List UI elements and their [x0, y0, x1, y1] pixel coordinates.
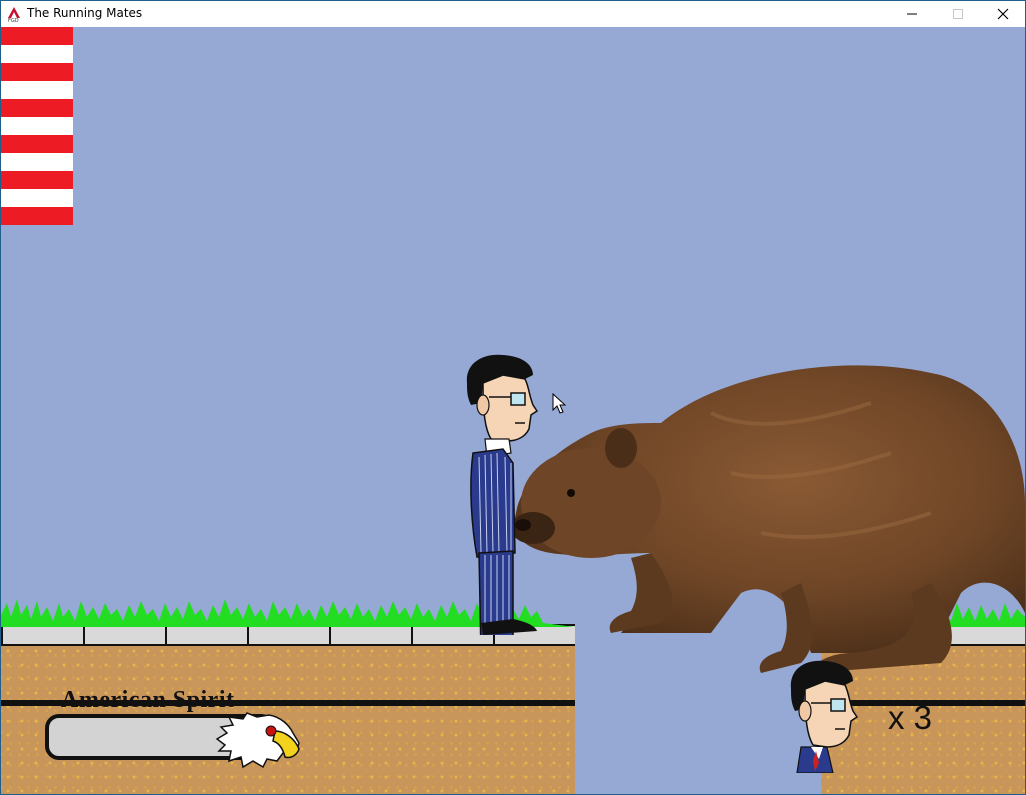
window-title: The Running Mates — [27, 6, 143, 20]
eagle-head-icon — [215, 712, 300, 769]
lives-count: x 3 — [888, 699, 933, 736]
game-viewport[interactable]: American Spirit x 3 — [1, 27, 1025, 794]
close-icon — [997, 8, 1009, 20]
maximize-button[interactable] — [935, 1, 981, 27]
spirit-label: American Spirit — [61, 687, 235, 713]
title-bar: FGD The Running Mates — [1, 1, 1025, 27]
flag-stripes — [1, 27, 73, 225]
player-character — [466, 354, 539, 635]
lives-head-icon — [790, 660, 859, 773]
app-icon: FGD — [8, 7, 20, 22]
close-button[interactable] — [980, 1, 1025, 27]
bear-enemy — [511, 365, 1025, 673]
minimize-icon — [907, 13, 917, 15]
game-window: FGD The Running Mates American Spirit x … — [0, 0, 1026, 795]
maximize-icon — [953, 9, 963, 19]
svg-text:FGD: FGD — [8, 18, 19, 22]
mouse-cursor-icon — [552, 393, 566, 414]
minimize-button[interactable] — [889, 1, 935, 27]
